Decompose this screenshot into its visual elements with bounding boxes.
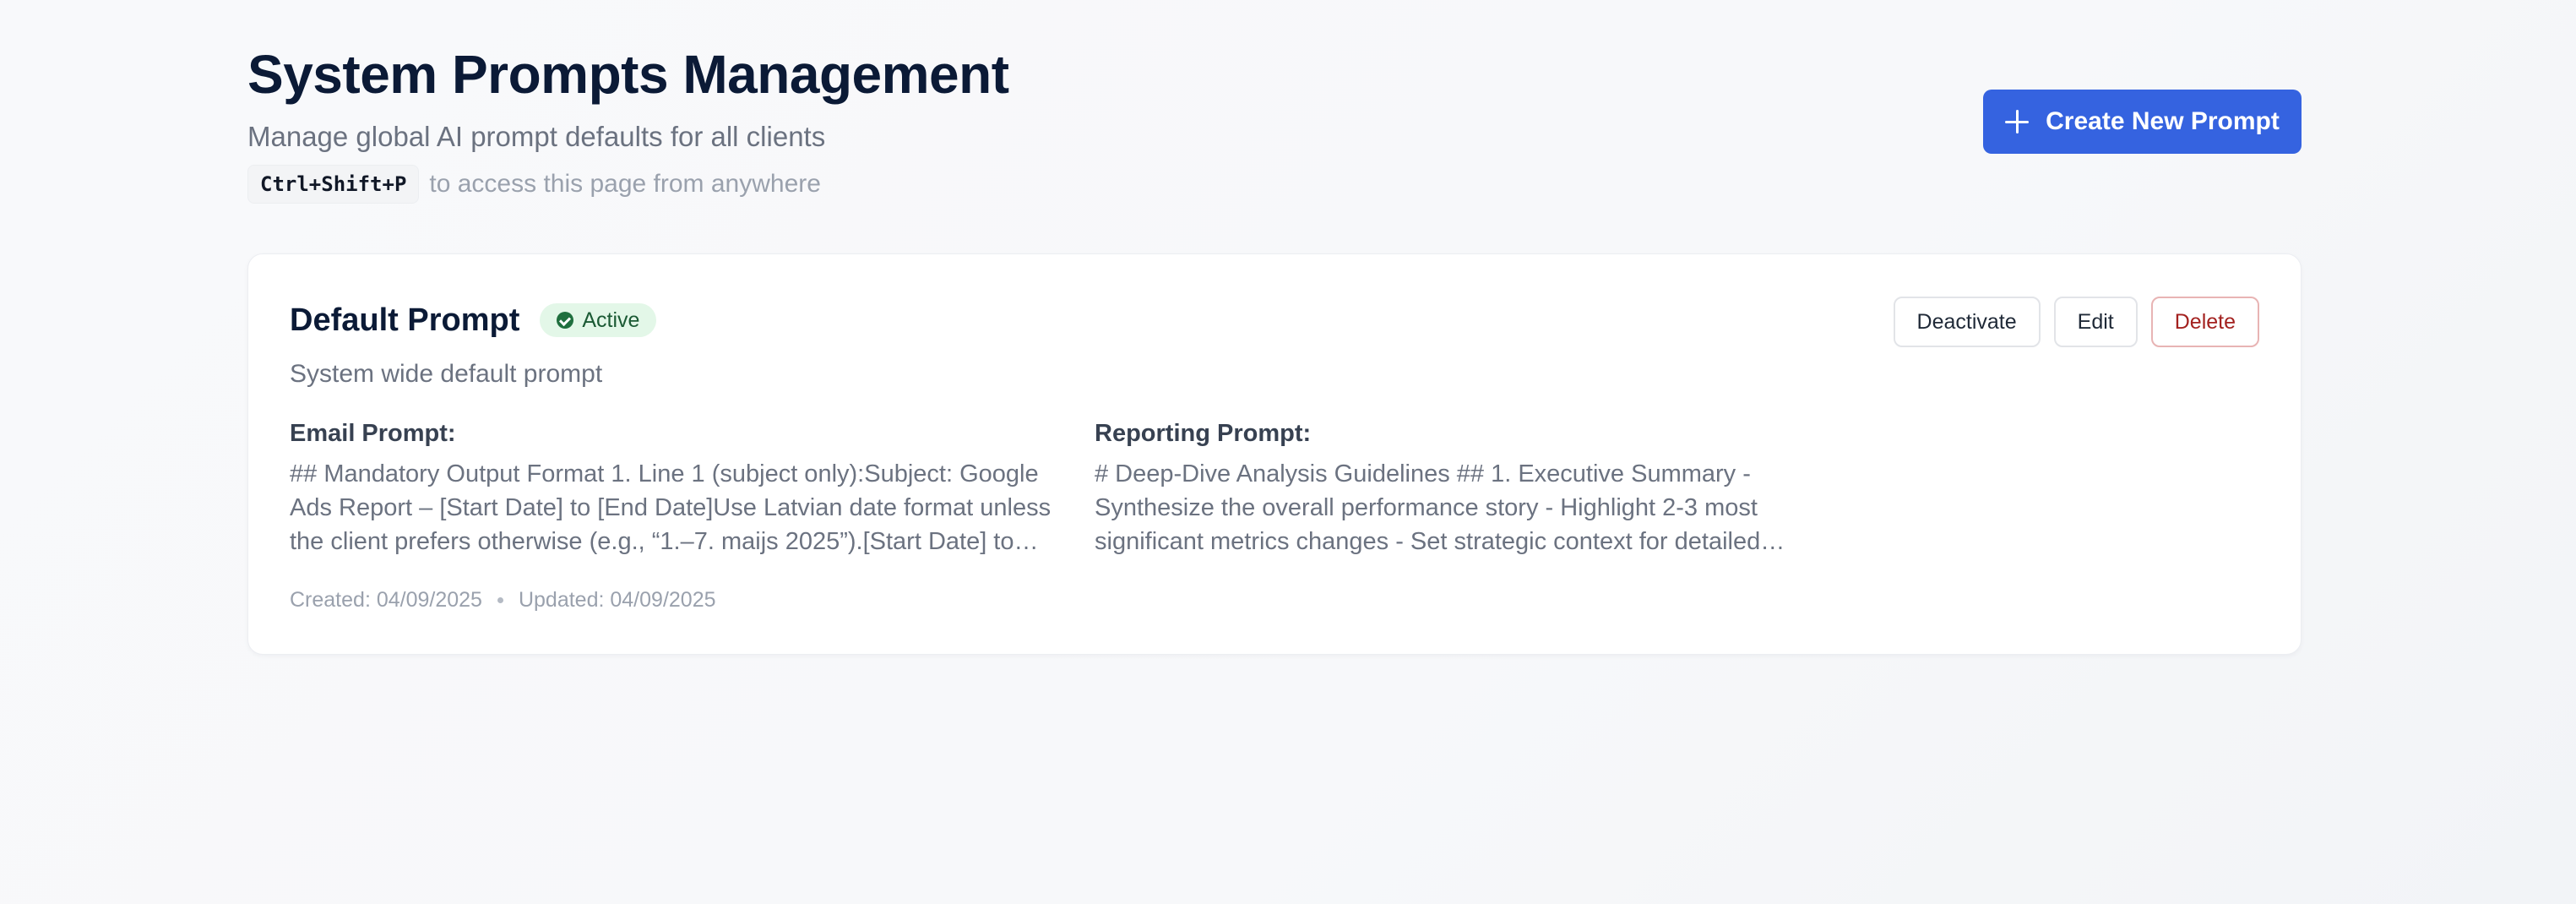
reporting-prompt-section: Reporting Prompt: # Deep-Dive Analysis G… xyxy=(1095,417,1855,558)
prompt-card: Default Prompt Active Deactivate Edit De… xyxy=(247,253,2302,655)
created-date: Created: 04/09/2025 xyxy=(290,588,482,612)
prompt-meta: Created: 04/09/2025 Updated: 04/09/2025 xyxy=(290,585,716,614)
check-circle-icon xyxy=(557,312,574,329)
page-container: System Prompts Management Manage global … xyxy=(247,0,2302,655)
page-header: System Prompts Management Manage global … xyxy=(247,0,2302,253)
page-title: System Prompts Management xyxy=(247,44,1009,105)
deactivate-button[interactable]: Deactivate xyxy=(1893,297,2041,347)
prompt-description: System wide default prompt xyxy=(290,360,603,388)
reporting-prompt-label: Reporting Prompt: xyxy=(1095,420,1312,447)
email-prompt-section: Email Prompt: ## Mandatory Output Format… xyxy=(290,417,1057,558)
email-prompt-text: ## Mandatory Output Format 1. Line 1 (su… xyxy=(290,460,1052,555)
prompt-card-title-row: Default Prompt Active xyxy=(290,300,657,340)
meta-separator-dot xyxy=(497,596,503,603)
edit-button[interactable]: Edit xyxy=(2053,297,2138,347)
reporting-prompt-text: # Deep-Dive Analysis Guidelines ## 1. Ex… xyxy=(1095,460,1761,555)
prompt-card-actions: Deactivate Edit Delete xyxy=(1893,297,2259,347)
prompt-title: Default Prompt xyxy=(290,302,520,338)
create-new-prompt-button[interactable]: Create New Prompt xyxy=(1983,90,2302,154)
page-subtitle: Manage global AI prompt defaults for all… xyxy=(247,121,826,152)
plus-icon xyxy=(2005,110,2030,133)
status-badge-label: Active xyxy=(582,308,640,332)
create-new-prompt-label: Create New Prompt xyxy=(2046,107,2280,135)
delete-button[interactable]: Delete xyxy=(2150,297,2259,347)
shortcut-hint-row: Ctrl+Shift+P to access this page from an… xyxy=(247,165,821,204)
shortcut-hint-text: to access this page from anywhere xyxy=(429,170,821,198)
keyboard-shortcut: Ctrl+Shift+P xyxy=(247,165,420,204)
status-badge: Active xyxy=(540,303,657,337)
updated-date: Updated: 04/09/2025 xyxy=(518,588,716,612)
email-prompt-label: Email Prompt: xyxy=(290,420,456,447)
